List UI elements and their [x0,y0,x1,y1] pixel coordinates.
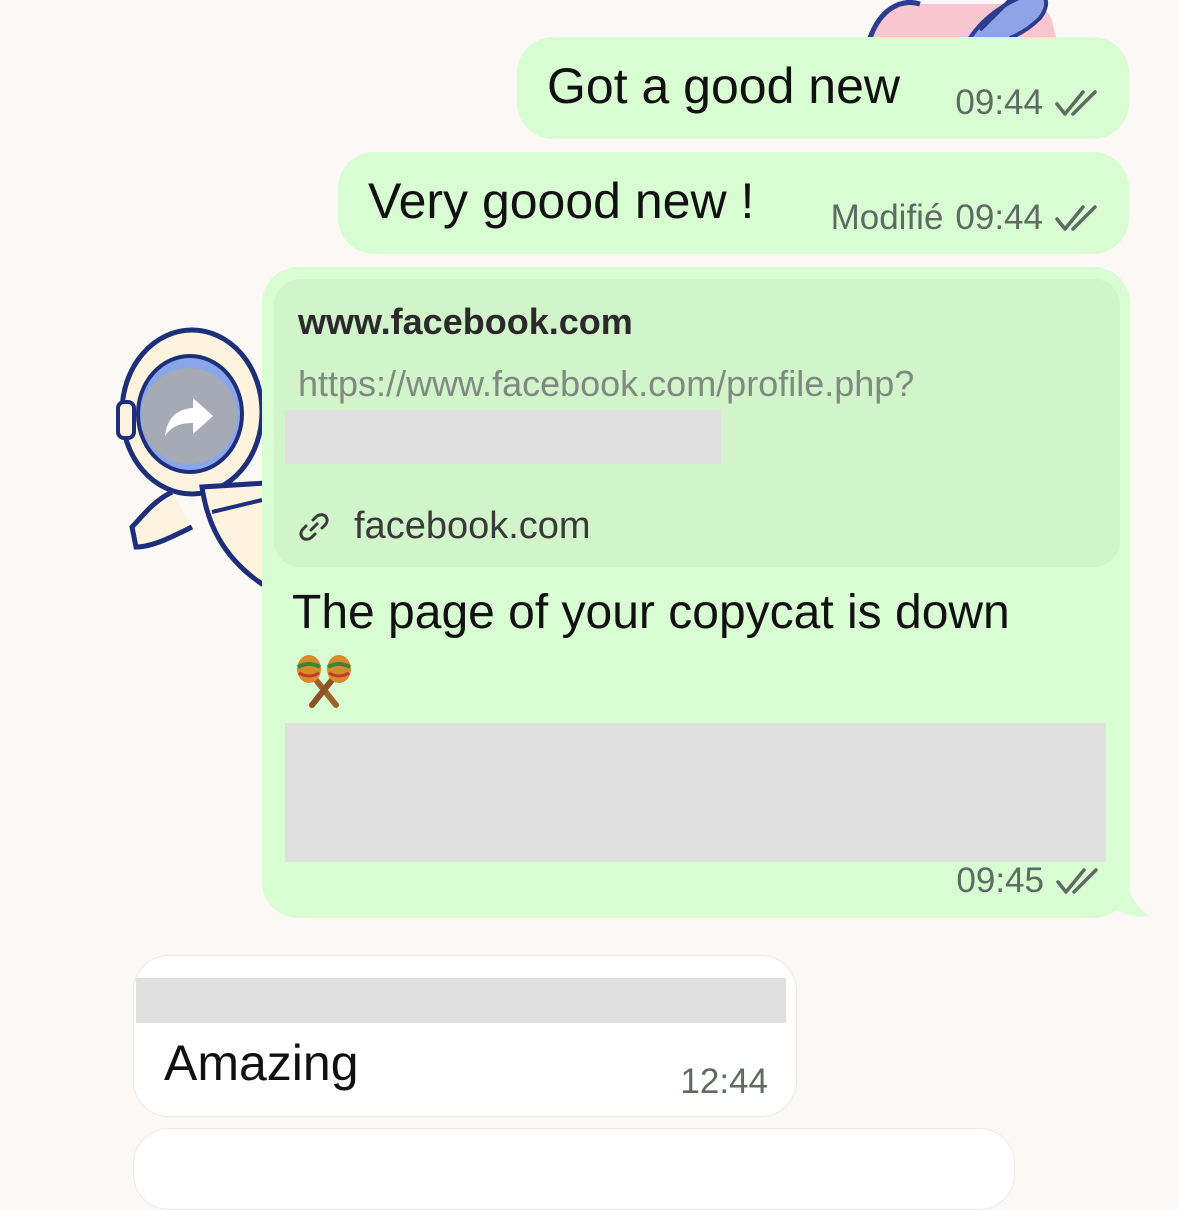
message-time: 09:44 [955,198,1043,237]
message-meta: 12:44 [680,1062,768,1102]
wallpaper-doodle [867,0,1056,38]
forward-button[interactable] [141,368,237,464]
message-bubble-outgoing[interactable]: Very goood new ! Modifié 09:44 [338,152,1129,254]
message-meta: Modifié 09:44 [831,198,1101,238]
redacted-block [285,723,1106,862]
link-icon [299,512,329,541]
message-time: 09:44 [955,83,1043,122]
message-time: 09:45 [956,861,1044,900]
double-check-icon [1055,90,1097,116]
message-text: Very goood new ! [368,173,755,229]
message-text: Got a good new [547,58,901,114]
bubble-tail [1110,868,1150,917]
message-text: Amazing [164,1035,359,1091]
link-preview-domain: facebook.com [354,505,591,547]
forward-arrow-icon [165,398,213,436]
redacted-block [285,410,721,464]
message-bubble-incoming[interactable]: Amazing 12:44 [133,955,797,1117]
double-check-icon [1055,205,1097,231]
link-preview-domain-row: facebook.com [298,505,591,548]
message-text: The page of your copycat is down [292,586,1010,639]
message-meta: 09:45 [956,861,1102,901]
link-preview-card[interactable]: www.facebook.com https://www.facebook.co… [274,279,1120,567]
message-meta: 09:44 [955,83,1101,123]
edited-label: Modifié [830,198,944,237]
redacted-block [136,978,786,1023]
message-time: 12:44 [680,1062,768,1101]
link-preview-url: https://www.facebook.com/profile.php? [298,363,915,404]
message-bubble-outgoing-link[interactable]: www.facebook.com https://www.facebook.co… [262,267,1130,918]
message-bubble-outgoing[interactable]: Got a good new 09:44 [517,37,1129,139]
double-check-icon [1056,868,1098,894]
link-preview-title: www.facebook.com [298,301,633,342]
message-bubble-incoming-partial[interactable] [133,1128,1015,1210]
maracas-emoji [297,655,351,708]
